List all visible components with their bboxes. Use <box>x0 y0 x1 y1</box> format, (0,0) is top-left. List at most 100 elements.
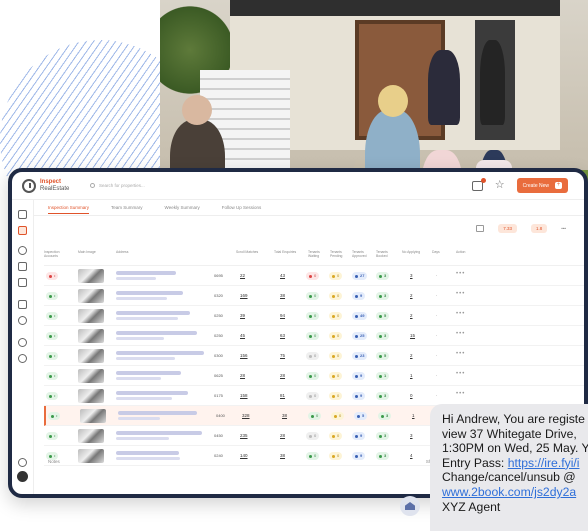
total-enquiries[interactable]: 43 <box>280 273 285 278</box>
address-text[interactable] <box>116 271 176 275</box>
no-applying[interactable]: 15 <box>410 333 415 338</box>
toolbar-chip-1[interactable]: 7.33 <box>498 224 517 233</box>
tenants-booked-pill[interactable]: 5 <box>376 352 390 360</box>
table-row[interactable]: • 0250 45 63 0 0 25 3 15 · ••• <box>44 326 584 346</box>
tenants-waiting-pill[interactable]: 0 <box>306 432 320 440</box>
tab-weekly-summary[interactable]: Weekly Summary <box>165 205 200 210</box>
address-text[interactable] <box>116 351 204 355</box>
no-applying[interactable]: 2 <box>410 293 413 298</box>
notes-dropdown[interactable]: Notes <box>48 459 60 464</box>
scroll-matches[interactable]: 156 <box>240 353 248 358</box>
table-row[interactable]: • 0625 28 28 0 0 9 1 1 · ••• <box>44 366 584 386</box>
property-thumbnail[interactable] <box>78 289 104 303</box>
star-icon[interactable]: ☆ <box>495 180 505 191</box>
scroll-matches[interactable]: 39 <box>240 313 245 318</box>
total-enquiries[interactable]: 28 <box>280 433 285 438</box>
tenants-booked-pill[interactable]: 3 <box>376 272 390 280</box>
tenants-approved-pill[interactable]: 5 <box>354 412 368 420</box>
total-enquiries[interactable]: 38 <box>282 413 287 418</box>
no-applying[interactable]: 3 <box>410 273 413 278</box>
sidebar-inspections-icon[interactable] <box>18 226 27 235</box>
row-actions-icon[interactable]: ••• <box>456 391 465 397</box>
no-applying[interactable]: 2 <box>410 353 413 358</box>
tenants-waiting-pill[interactable]: 0 <box>306 332 320 340</box>
property-thumbnail[interactable] <box>78 369 104 383</box>
tenants-pending-pill[interactable]: 0 <box>329 352 343 360</box>
toolbar-chip-2[interactable]: 1.8 <box>531 224 548 233</box>
tenants-waiting-pill[interactable]: 0 <box>306 392 320 400</box>
tenants-approved-pill[interactable]: 23 <box>352 352 368 360</box>
tenants-booked-pill[interactable]: 5 <box>376 312 390 320</box>
sidebar-dashboard-icon[interactable] <box>18 210 27 219</box>
scroll-matches[interactable]: 169 <box>240 293 248 298</box>
tenants-booked-pill[interactable]: 3 <box>376 292 390 300</box>
user-avatar-icon[interactable] <box>17 471 28 482</box>
row-actions-icon[interactable]: ••• <box>456 371 465 377</box>
scroll-matches[interactable]: 328 <box>242 413 250 418</box>
total-enquiries[interactable]: 75 <box>280 353 285 358</box>
sidebar-message-icon[interactable] <box>18 278 27 287</box>
tenants-pending-pill[interactable]: 0 <box>329 432 343 440</box>
scroll-matches[interactable]: 22 <box>240 273 245 278</box>
tenants-pending-pill[interactable]: 0 <box>329 272 343 280</box>
property-thumbnail[interactable] <box>80 409 106 423</box>
tenants-approved-pill[interactable]: 9 <box>352 372 366 380</box>
unsubscribe-link[interactable]: www.2book.com/js2dy2a <box>442 485 588 500</box>
logo[interactable]: Inspect RealEstate <box>12 178 90 193</box>
no-applying[interactable]: 2 <box>410 313 413 318</box>
sidebar-users-icon[interactable] <box>18 316 27 325</box>
tenants-waiting-pill[interactable]: 0 <box>306 292 320 300</box>
address-text[interactable] <box>116 291 183 295</box>
no-applying[interactable]: 1 <box>410 373 413 378</box>
table-row[interactable]: • 0175 158 81 0 0 9 3 0 · ••• <box>44 386 584 406</box>
tenants-approved-pill[interactable]: 9 <box>352 432 366 440</box>
tab-team-summary[interactable]: Team Summary <box>111 205 143 210</box>
table-row[interactable]: • 0695 22 43 0 0 27 3 3 · ••• <box>44 266 584 286</box>
row-actions-icon[interactable]: ••• <box>456 311 465 317</box>
property-thumbnail[interactable] <box>78 329 104 343</box>
tenants-booked-pill[interactable]: 1 <box>376 372 390 380</box>
no-applying[interactable]: 3 <box>410 433 413 438</box>
create-new-button[interactable]: Create New + <box>516 178 568 193</box>
address-text[interactable] <box>116 331 197 335</box>
scroll-matches[interactable]: 45 <box>240 333 245 338</box>
tenants-booked-pill[interactable]: 3 <box>376 332 390 340</box>
table-row[interactable]: • 0300 156 75 0 0 23 5 2 · ••• <box>44 346 584 366</box>
total-enquiries[interactable]: 81 <box>280 393 285 398</box>
scroll-matches[interactable]: 158 <box>240 393 248 398</box>
address-text[interactable] <box>116 391 188 395</box>
tenants-approved-pill[interactable]: 9 <box>352 392 366 400</box>
sidebar-home-icon[interactable] <box>18 300 27 309</box>
address-text[interactable] <box>116 371 181 375</box>
tenants-waiting-pill[interactable]: 0 <box>306 352 320 360</box>
scroll-matches[interactable]: 28 <box>240 373 245 378</box>
tenants-pending-pill[interactable]: 0 <box>329 332 343 340</box>
row-actions-icon[interactable]: ••• <box>456 271 465 277</box>
tenants-booked-pill[interactable]: 3 <box>378 412 392 420</box>
tenants-approved-pill[interactable]: 49 <box>352 312 368 320</box>
total-enquiries[interactable]: 38 <box>280 293 285 298</box>
tenants-waiting-pill[interactable]: 0 <box>306 272 320 280</box>
calendar-notification-icon[interactable] <box>471 177 486 191</box>
entry-pass-link[interactable]: https://ire.fyi/i <box>508 456 580 470</box>
total-enquiries[interactable]: 28 <box>280 373 285 378</box>
row-actions-icon[interactable]: ••• <box>456 291 465 297</box>
property-thumbnail[interactable] <box>78 429 104 443</box>
tenants-pending-pill[interactable]: 0 <box>329 392 343 400</box>
sidebar-settings-icon[interactable] <box>18 338 27 347</box>
sidebar-logout-icon[interactable] <box>18 458 27 467</box>
address-text[interactable] <box>116 431 202 435</box>
property-thumbnail[interactable] <box>78 269 104 283</box>
tab-inspection-summary[interactable]: Inspection Summary <box>48 205 90 214</box>
tenants-approved-pill[interactable]: 27 <box>352 272 368 280</box>
tenants-booked-pill[interactable]: 3 <box>376 432 390 440</box>
more-icon[interactable]: ••• <box>561 226 566 231</box>
tenants-approved-pill[interactable]: 25 <box>352 332 368 340</box>
address-text[interactable] <box>118 411 197 415</box>
tenants-approved-pill[interactable]: 9 <box>352 292 366 300</box>
table-row[interactable]: • 0250 39 94 0 0 49 5 2 · ••• <box>44 306 584 326</box>
property-thumbnail[interactable] <box>78 309 104 323</box>
table-row[interactable]: • 0320 169 38 0 0 9 3 2 · ••• <box>44 286 584 306</box>
total-enquiries[interactable]: 94 <box>280 313 285 318</box>
scroll-matches[interactable]: 235 <box>240 433 248 438</box>
